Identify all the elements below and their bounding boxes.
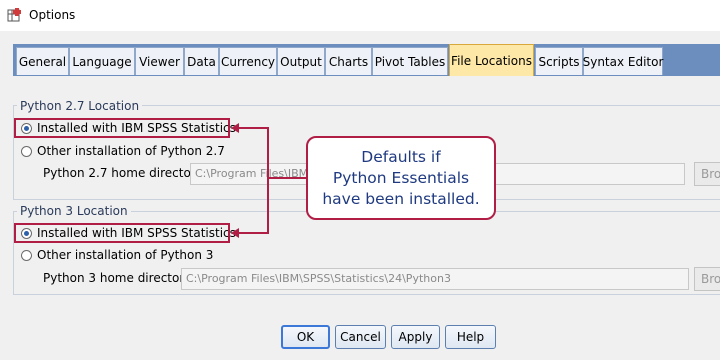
radio-unselected-icon: [21, 249, 32, 261]
tab-general[interactable]: General: [16, 47, 69, 75]
window-title: Options: [29, 8, 76, 22]
tab-viewer[interactable]: Viewer: [135, 47, 184, 75]
highlight-box-python27: [14, 118, 230, 138]
python27-group-title: Python 2.7 Location: [17, 99, 143, 113]
tab-charts[interactable]: Charts: [325, 47, 372, 75]
tab-syntax-editor[interactable]: Syntax Editor: [583, 47, 663, 75]
title-bar: Options: [0, 0, 720, 32]
tab-scripts[interactable]: Scripts: [535, 47, 583, 75]
tab-language[interactable]: Language: [69, 47, 135, 75]
tab-pivot-tables[interactable]: Pivot Tables: [372, 47, 448, 75]
callout-line-3: have been installed.: [322, 189, 480, 208]
help-button[interactable]: Help: [445, 325, 496, 349]
python3-group-title: Python 3 Location: [17, 204, 131, 218]
annotation-callout: Defaults if Python Essentials have been …: [306, 136, 496, 220]
callout-line-1: Defaults if: [361, 147, 441, 166]
python3-other-label: Other installation of Python 3: [37, 248, 214, 262]
tab-data[interactable]: Data: [184, 47, 219, 75]
apply-button[interactable]: Apply: [391, 325, 440, 349]
python27-home-label: Python 2.7 home directory:: [43, 166, 206, 180]
python27-other-radio[interactable]: Other installation of Python 2.7: [21, 144, 225, 158]
radio-unselected-icon: [21, 145, 32, 157]
spss-options-icon: [7, 8, 21, 22]
tab-file-locations[interactable]: File Locations: [449, 44, 534, 76]
python3-home-label: Python 3 home directory:: [43, 271, 195, 285]
python3-browse-button[interactable]: Browse...: [694, 267, 720, 291]
python3-other-radio[interactable]: Other installation of Python 3: [21, 248, 213, 262]
cancel-button[interactable]: Cancel: [335, 325, 386, 349]
ok-button[interactable]: OK: [281, 325, 330, 349]
python27-browse-button[interactable]: Browse...: [694, 162, 720, 186]
tab-currency[interactable]: Currency: [219, 47, 277, 75]
highlight-box-python3: [14, 223, 230, 243]
callout-line-2: Python Essentials: [332, 168, 470, 187]
python27-other-label: Other installation of Python 2.7: [37, 144, 225, 158]
python3-home-input[interactable]: C:\Program Files\IBM\SPSS\Statistics\24\…: [181, 268, 689, 290]
tab-output[interactable]: Output: [277, 47, 325, 75]
